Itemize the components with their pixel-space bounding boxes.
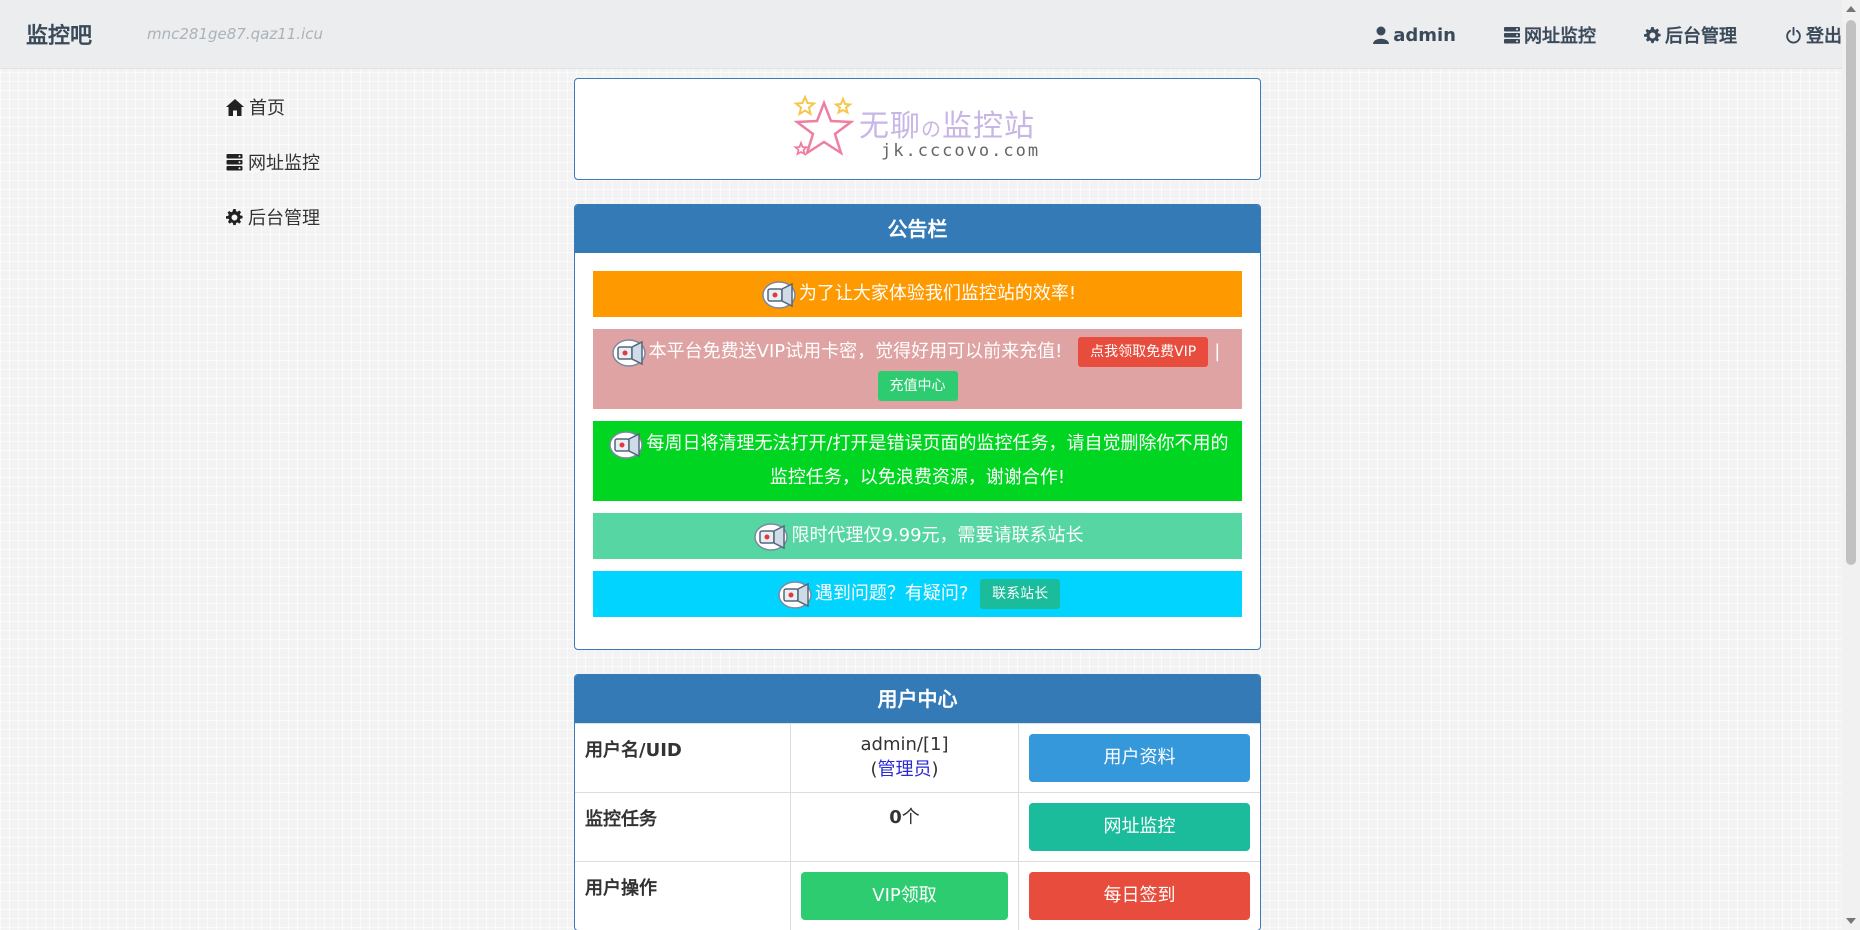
logo-subtitle: jk.cccovo.com bbox=[881, 141, 1041, 161]
sidebar-item-url-monitor[interactable]: 网址监控 bbox=[226, 147, 320, 177]
vip-claim-button[interactable]: VIP领取 bbox=[801, 872, 1008, 920]
role-link[interactable]: 管理员 bbox=[878, 759, 932, 780]
username-value: admin/[1] bbox=[860, 734, 949, 755]
main-content: 无聊の监控站 jk.cccovo.com 公告栏 为了让大家体验我们监控站的效率… bbox=[574, 78, 1261, 930]
monitor-cell: 网址监控 bbox=[1018, 792, 1260, 862]
top-navbar: 监控吧 mnc281ge87.qaz11.icu admin 网址监控 后台管理… bbox=[0, 0, 1842, 69]
power-icon bbox=[1786, 26, 1801, 44]
notice-item: 遇到问题？有疑问? 联系站长 bbox=[593, 571, 1242, 617]
user-profile-button[interactable]: 用户资料 bbox=[1029, 734, 1250, 782]
nav-item-admin-panel[interactable]: 后台管理 bbox=[1644, 22, 1737, 48]
tasks-unit: 个 bbox=[901, 807, 920, 828]
notice-text: 遇到问题？有疑问? bbox=[814, 583, 969, 604]
server-icon bbox=[1504, 26, 1520, 43]
logo-title: 无聊の监控站 bbox=[859, 101, 1035, 145]
sidebar-item-label: 后台管理 bbox=[248, 208, 320, 229]
signin-cell: 每日签到 bbox=[1018, 861, 1260, 930]
megaphone-icon bbox=[754, 523, 789, 551]
nav-item-label: 网址监控 bbox=[1524, 26, 1596, 47]
user-role: (管理员) bbox=[801, 755, 1008, 781]
username-label: 用户名/UID bbox=[575, 723, 791, 793]
notice-board-panel: 公告栏 为了让大家体验我们监控站的效率! 本平台免费送VIP试用卡密，觉得好用可… bbox=[574, 204, 1261, 650]
scroll-down-arrow[interactable] bbox=[1846, 918, 1856, 924]
notice-list: 为了让大家体验我们监控站的效率! 本平台免费送VIP试用卡密，觉得好用可以前来充… bbox=[575, 253, 1260, 649]
sidebar-item-label: 首页 bbox=[249, 98, 285, 119]
nav-item-label: 登出 bbox=[1806, 26, 1842, 47]
logo-title-part: 监控站 bbox=[942, 109, 1035, 144]
user-icon bbox=[1373, 26, 1390, 44]
tasks-label: 监控任务 bbox=[575, 792, 791, 862]
site-logo-banner: 无聊の监控站 jk.cccovo.com bbox=[574, 78, 1261, 180]
gear-icon bbox=[226, 208, 243, 225]
megaphone-icon bbox=[778, 581, 812, 609]
role-paren: ( bbox=[870, 759, 878, 780]
user-center-table: 用户名/UID admin/[1] (管理员) 用户资料 监控任务 0个 网址监… bbox=[575, 723, 1260, 930]
nav-item-logout[interactable]: 登出 bbox=[1785, 22, 1842, 48]
notice-text: 本平台免费送VIP试用卡密，觉得好用可以前来充值! bbox=[648, 341, 1063, 362]
nav-item-label: admin bbox=[1393, 24, 1456, 46]
url-monitor-button[interactable]: 网址监控 bbox=[1029, 803, 1250, 851]
notice-item: 每周日将清理无法打开/打开是错误页面的监控任务，请自觉删除你不用的监控任务，以免… bbox=[593, 421, 1242, 501]
stars-logo-icon bbox=[793, 95, 855, 156]
brand-logo[interactable]: 监控吧 bbox=[26, 18, 92, 50]
table-row: 监控任务 0个 网址监控 bbox=[575, 792, 1260, 862]
separator: | bbox=[1214, 341, 1221, 362]
home-icon bbox=[226, 98, 244, 116]
notice-board-title: 公告栏 bbox=[575, 205, 1260, 253]
notice-text: 为了让大家体验我们监控站的效率! bbox=[798, 283, 1077, 304]
get-free-vip-button[interactable]: 点我领取免费VIP bbox=[1078, 337, 1209, 367]
megaphone-icon bbox=[762, 281, 796, 309]
recharge-center-button[interactable]: 充值中心 bbox=[877, 371, 958, 401]
profile-cell: 用户资料 bbox=[1018, 723, 1260, 793]
sidebar-item-admin-panel[interactable]: 后台管理 bbox=[226, 202, 320, 232]
sidebar: 首页 网址监控 后台管理 bbox=[226, 92, 320, 257]
user-center-title: 用户中心 bbox=[575, 675, 1260, 723]
megaphone-icon bbox=[609, 431, 644, 459]
table-row: 用户名/UID admin/[1] (管理员) 用户资料 bbox=[575, 723, 1260, 793]
nav-item-admin[interactable]: admin bbox=[1373, 22, 1456, 48]
navbar-menu: admin 网址监控 后台管理 登出 bbox=[1325, 22, 1842, 48]
gear-icon bbox=[1644, 26, 1661, 43]
notice-item: 为了让大家体验我们监控站的效率! bbox=[593, 271, 1242, 317]
vip-cell: VIP领取 bbox=[790, 861, 1019, 930]
site-domain: mnc281ge87.qaz11.icu bbox=[147, 25, 323, 43]
user-center-panel: 用户中心 用户名/UID admin/[1] (管理员) 用户资料 监控任务 0… bbox=[574, 674, 1261, 930]
daily-signin-button[interactable]: 每日签到 bbox=[1029, 872, 1250, 920]
page-scrollbar[interactable] bbox=[1842, 0, 1860, 930]
contact-admin-button[interactable]: 联系站长 bbox=[980, 579, 1061, 609]
scroll-up-arrow[interactable] bbox=[1846, 6, 1856, 12]
logo-title-part: 无聊 bbox=[859, 109, 921, 144]
table-row: 用户操作 VIP领取 每日签到 bbox=[575, 861, 1260, 930]
tasks-cell: 0个 bbox=[790, 792, 1019, 862]
notice-item: 限时代理仅9.99元，需要请联系站长 bbox=[593, 513, 1242, 559]
server-icon bbox=[226, 153, 243, 170]
ops-label: 用户操作 bbox=[575, 861, 791, 930]
username-cell: admin/[1] (管理员) bbox=[790, 723, 1019, 793]
sidebar-item-home[interactable]: 首页 bbox=[226, 92, 320, 122]
notice-item: 本平台免费送VIP试用卡密，觉得好用可以前来充值! 点我领取免费VIP | 充值中… bbox=[593, 329, 1242, 409]
tasks-count: 0 bbox=[889, 807, 902, 828]
notice-text: 每周日将清理无法打开/打开是错误页面的监控任务，请自觉删除你不用的监控任务，以免… bbox=[646, 433, 1229, 488]
logo-title-part: の bbox=[921, 117, 942, 141]
scroll-thumb[interactable] bbox=[1846, 20, 1856, 565]
notice-text: 限时代理仅9.99元，需要请联系站长 bbox=[791, 525, 1084, 546]
megaphone-icon bbox=[611, 339, 646, 367]
sidebar-item-label: 网址监控 bbox=[248, 153, 320, 174]
nav-item-url-monitor[interactable]: 网址监控 bbox=[1504, 22, 1596, 48]
role-paren: ) bbox=[931, 759, 939, 780]
nav-item-label: 后台管理 bbox=[1665, 26, 1737, 47]
